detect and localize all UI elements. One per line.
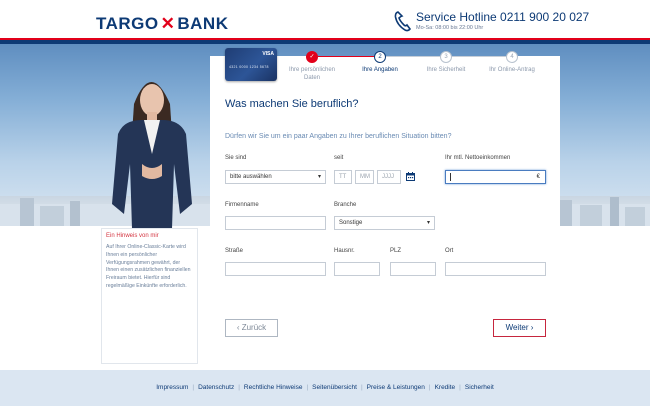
card-brand: VISA — [262, 51, 274, 57]
step-3-label: Ihre Sicherheit — [426, 67, 466, 73]
company-name-input[interactable] — [225, 216, 326, 230]
label-sie-sind: Sie sind — [225, 155, 247, 161]
phone-icon — [394, 11, 412, 32]
footer-separator: | — [306, 384, 309, 391]
calendar-icon[interactable] — [406, 172, 415, 181]
footer-link-seitenuebersicht[interactable]: Seitenübersicht — [312, 384, 357, 391]
footer-link-datenschutz[interactable]: Datenschutz — [198, 384, 234, 391]
footer-link-sicherheit[interactable]: Sicherheit — [465, 384, 494, 391]
header: TARGO ✕ BANK Service Hotline 0211 900 20 0… — [0, 0, 650, 42]
footer-links: Impressum | Datenschutz | Rechtliche Hinweis… — [0, 384, 650, 391]
hint-title: Ein Hinweis von mir — [106, 233, 159, 239]
street-input[interactable] — [225, 262, 326, 276]
next-button[interactable]: Weiter › — [493, 319, 546, 337]
logo-text-left: TARGO — [96, 14, 159, 33]
footer-link-preise-leistungen[interactable]: Preise & Leistungen — [367, 384, 425, 391]
step-2-label: Ihre Angaben — [362, 67, 398, 73]
step-1-checkmark-icon[interactable]: ✓ — [306, 51, 318, 63]
label-nettoeinkommen: Ihr mtl. Nettoeinkommen — [445, 155, 511, 161]
since-day-input[interactable]: TT — [334, 170, 352, 184]
footer-link-rechtliche-hinweise[interactable]: Rechtliche Hinweise — [244, 384, 303, 391]
occupation-select[interactable]: bitte auswählen — [225, 170, 326, 184]
footer: Impressum | Datenschutz | Rechtliche Hinweis… — [0, 370, 650, 406]
step-1-label-line2: Daten — [303, 75, 320, 81]
hint-text: Auf Ihrer Online-Classic-Karte wird Ihne… — [106, 244, 191, 289]
step-1-label-line1: Ihre persönlichen — [288, 67, 336, 73]
footer-link-impressum[interactable]: Impressum — [156, 384, 188, 391]
label-branche: Branche — [334, 202, 357, 208]
label-firmenname: Firmenname — [225, 202, 259, 208]
footer-separator: | — [428, 384, 431, 391]
label-strasse: Straße — [225, 248, 244, 254]
hint-box: Ein Hinweis von mir Auf Ihrer Online-Cla… — [101, 228, 198, 364]
step-4-indicator: 4 — [506, 51, 518, 63]
service-hotline: Service Hotline 0211 900 20 027 — [416, 10, 590, 24]
step-4-label: Ihr Online-Antrag — [489, 67, 535, 73]
since-year-input[interactable]: JJJJ — [377, 170, 401, 184]
back-button[interactable]: ‹ Zurück — [225, 319, 278, 337]
footer-separator: | — [360, 384, 363, 391]
targobank-logo[interactable]: TARGO ✕ BANK — [96, 14, 228, 34]
net-income-input[interactable]: € — [445, 170, 546, 184]
form-title: Was machen Sie beruflich? — [225, 98, 359, 110]
postal-code-input[interactable] — [390, 262, 436, 276]
euro-icon: € — [536, 174, 540, 180]
since-month-input[interactable]: MM — [355, 170, 374, 184]
label-ort: Ort — [445, 248, 454, 254]
step-2-indicator: 2 — [374, 51, 386, 63]
label-plz: PLZ — [390, 248, 402, 254]
label-seit: seit — [334, 155, 344, 161]
hotline-hours: Mo-Sa: 08:00 bis 22:00 Uhr — [416, 25, 484, 31]
house-number-input[interactable] — [334, 262, 380, 276]
logo-text-right: BANK — [177, 14, 229, 33]
logo-mark: ✕ — [160, 14, 176, 33]
form-subtitle: Dürfen wir Sie um ein paar Angaben zu Ih… — [225, 133, 452, 140]
footer-separator: | — [459, 384, 461, 391]
text-caret — [450, 173, 451, 181]
step-3-indicator: 3 — [440, 51, 452, 63]
progress-line-done — [318, 56, 380, 57]
footer-link-kredite[interactable]: Kredite — [435, 384, 456, 391]
footer-separator: | — [238, 384, 240, 391]
advisor-photo — [112, 82, 192, 229]
industry-select[interactable]: Sonstige — [334, 216, 435, 230]
step-1-label[interactable]: Ihre persönlichen Daten — [280, 66, 344, 82]
credit-card-image: VISA 4321 0000 1234 5678 — [225, 48, 277, 81]
label-hausnr: Hausnr. — [334, 248, 355, 254]
card-number: 4321 0000 1234 5678 — [229, 65, 269, 69]
city-input[interactable] — [445, 262, 546, 276]
footer-separator: | — [192, 384, 195, 391]
